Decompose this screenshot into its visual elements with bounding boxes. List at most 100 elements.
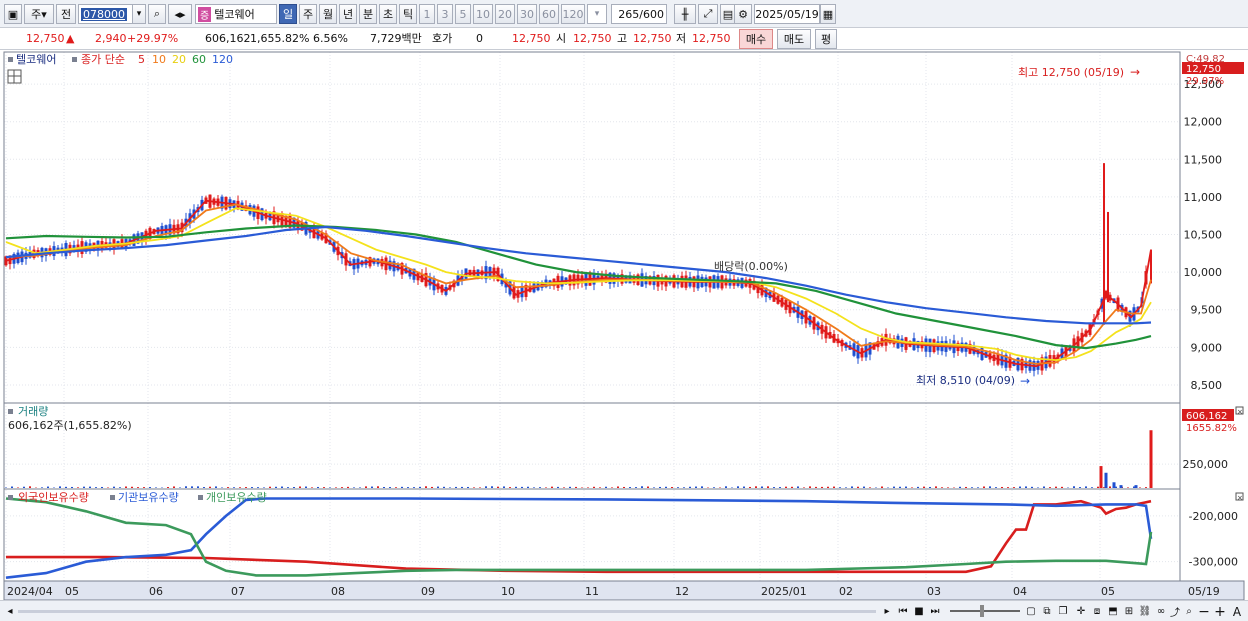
y-tick-label: 11,500	[1184, 153, 1223, 166]
stock-name-field[interactable]: 증 텔코웨어	[195, 4, 277, 24]
ma-period-20: 20	[172, 53, 186, 66]
hoga-price: 12,750	[512, 32, 551, 45]
buy-button[interactable]: 매수	[739, 29, 773, 49]
panel-square-icon	[8, 57, 13, 62]
zoom-out-icon[interactable]: −	[1198, 604, 1210, 620]
interval-dropdown-icon[interactable]: ▾	[587, 4, 607, 24]
crosshair-icon[interactable]: ✛	[1074, 604, 1088, 619]
interval-button-60[interactable]: 60	[539, 4, 559, 24]
sell-button[interactable]: 매도	[777, 29, 811, 49]
rewind-icon[interactable]: ⏮	[896, 604, 910, 619]
up-arrow-icon: ▲	[66, 32, 75, 45]
candle-type-icon[interactable]: ╫	[674, 4, 696, 24]
volume-bar	[857, 486, 859, 488]
gear-icon[interactable]: ⚙	[734, 4, 752, 24]
copy-icon[interactable]: ❐	[1056, 604, 1070, 619]
zoom-in-icon[interactable]: +	[1214, 604, 1226, 620]
font-size-icon[interactable]: A	[1230, 604, 1244, 619]
volume-bar	[173, 486, 175, 488]
search-icon[interactable]: ⌕	[1182, 604, 1196, 619]
zoom-slider-handle[interactable]	[980, 605, 984, 617]
scroll-left-icon[interactable]: ◂	[4, 604, 16, 619]
volume-bar	[1013, 487, 1015, 488]
scroll-right-icon[interactable]: ▸	[880, 604, 894, 619]
volume-bar	[653, 487, 655, 488]
view-icon[interactable]: ▢	[1024, 604, 1038, 619]
speaker-icon[interactable]: ◂▸	[168, 4, 192, 24]
volume-bar	[755, 486, 757, 488]
y-tick-label: -200,000	[1189, 510, 1238, 523]
tab-period-month[interactable]: 월	[319, 4, 337, 24]
code-dropdown-icon[interactable]: ▾	[132, 4, 146, 24]
volume-bar	[479, 487, 481, 488]
volume-bar	[1055, 486, 1057, 488]
volume-bar	[1099, 466, 1103, 488]
volume-bar	[413, 487, 415, 488]
tab-period-tick[interactable]: 틱	[399, 4, 417, 24]
holding-label-institution: 기관보유수량	[118, 491, 179, 504]
volume-bar	[203, 487, 205, 488]
layer-icon[interactable]: ⬒	[1106, 604, 1120, 619]
count-field[interactable]: 265/600	[611, 4, 667, 24]
volume-bar	[647, 486, 649, 488]
volume-bar	[851, 486, 853, 488]
date-field[interactable]: 2025/05/19	[754, 4, 820, 24]
dividend-note: 배당락(0.00%)	[714, 260, 788, 273]
x-tick-label: 2025/01	[761, 585, 807, 598]
compare-icon[interactable]: ⧈	[1090, 604, 1104, 619]
multi-view-icon[interactable]: ⧉	[1040, 604, 1054, 619]
panel-square-icon	[72, 57, 77, 62]
prev-button[interactable]: 전	[56, 4, 76, 24]
y-tick-label: 10,500	[1184, 229, 1223, 242]
trade-amount: 7,729백만	[370, 32, 422, 45]
volume-bar	[1149, 430, 1153, 488]
calendar-icon[interactable]: ▦	[820, 4, 836, 24]
volume-bar	[551, 486, 553, 488]
volume-bar	[791, 486, 793, 488]
volume-bar	[269, 486, 271, 488]
top-toolbar: ▣ 주 ▾ 전 078000 ▾ ⌕ ◂▸ 증 텔코웨어 일 주 월 년 분 초 틱…	[0, 0, 1248, 28]
market-select[interactable]: 주 ▾	[24, 4, 54, 24]
tab-period-year[interactable]: 년	[339, 4, 357, 24]
fast-forward-icon[interactable]: ⏭	[928, 604, 942, 619]
stop-icon[interactable]: ■	[912, 604, 926, 619]
tab-period-day[interactable]: 일	[279, 4, 297, 24]
interval-button-120[interactable]: 120	[561, 4, 585, 24]
tab-period-week[interactable]: 주	[299, 4, 317, 24]
zoom-slider[interactable]	[950, 610, 1020, 612]
x-tick-label: 02	[839, 585, 853, 598]
layout-icon[interactable]: ▣	[4, 4, 22, 24]
volume-bar	[251, 487, 253, 488]
y-tick-label: 250,000	[1183, 458, 1229, 471]
stock-chart[interactable]: 8,500 9,000 9,500 10,000 10,500 11,000 11,500 1…	[0, 50, 1248, 600]
volume-bar	[449, 487, 451, 488]
chart-style-icon[interactable]: ⤢	[698, 4, 718, 24]
x-tick-label: 05	[1101, 585, 1115, 598]
stock-code-value: 078000	[81, 7, 127, 21]
volume-bar	[491, 486, 493, 488]
search-icon[interactable]: ⌕	[148, 4, 166, 24]
interval-button-10[interactable]: 10	[473, 4, 493, 24]
export-icon[interactable]: ⤴	[1168, 604, 1182, 619]
interval-button-1[interactable]: 1	[419, 4, 435, 24]
volume-bar	[725, 486, 727, 488]
eval-button[interactable]: 평	[815, 29, 837, 49]
stock-name: 텔코웨어	[214, 8, 255, 21]
scroll-track[interactable]	[18, 610, 876, 613]
tab-period-minute[interactable]: 분	[359, 4, 377, 24]
interval-button-30[interactable]: 30	[517, 4, 537, 24]
volume-bar	[545, 487, 547, 488]
volume-bar	[227, 487, 229, 488]
volume-bar	[179, 487, 181, 488]
volume-bar	[965, 486, 967, 488]
link-icon[interactable]: ⛓	[1138, 604, 1152, 619]
interval-button-3[interactable]: 3	[437, 4, 453, 24]
chain-icon[interactable]: ∞	[1154, 604, 1168, 619]
last-price-tag: 12,750	[1186, 64, 1221, 75]
tab-period-second[interactable]: 초	[379, 4, 397, 24]
volume-bar	[701, 486, 703, 488]
low-note: 최저 8,510 (04/09)	[916, 374, 1015, 387]
tile-icon[interactable]: ⊞	[1122, 604, 1136, 619]
interval-button-5[interactable]: 5	[455, 4, 471, 24]
interval-button-20[interactable]: 20	[495, 4, 515, 24]
